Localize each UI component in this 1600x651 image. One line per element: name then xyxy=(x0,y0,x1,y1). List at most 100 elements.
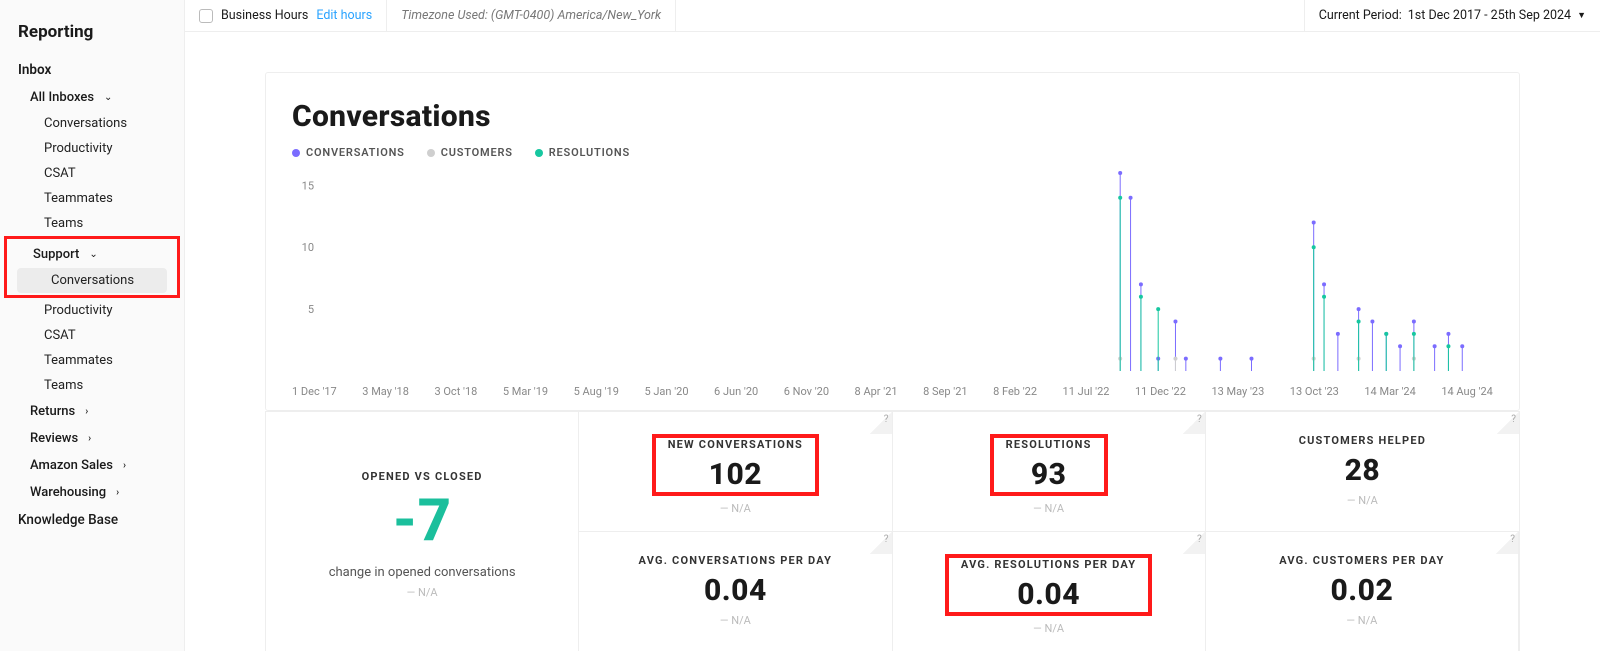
x-tick-label: 5 Aug '19 xyxy=(574,385,619,398)
sidebar-section-kb[interactable]: Knowledge Base xyxy=(0,506,184,534)
topbar-timezone: Timezone Used: (GMT-0400) America/New_Yo… xyxy=(387,0,676,31)
sidebar-item-support-teammates[interactable]: Teammates xyxy=(0,348,184,373)
topbar-period-selector[interactable]: Current Period: 1st Dec 2017 - 25th Sep … xyxy=(1304,0,1600,31)
x-tick-label: 11 Dec '22 xyxy=(1135,385,1186,398)
main-area: Business Hours Edit hours Timezone Used:… xyxy=(185,0,1600,651)
metric-label: AVG. RESOLUTIONS PER DAY xyxy=(961,558,1136,571)
metrics-grid: OPENED VS CLOSED -7 change in opened con… xyxy=(265,411,1520,651)
annotation-support-highlight: Support ⌄ Conversations xyxy=(4,236,180,298)
sidebar-group-label: Support xyxy=(33,247,79,262)
sidebar-item-support-csat[interactable]: CSAT xyxy=(0,323,184,348)
period-label: Current Period: xyxy=(1319,8,1402,23)
metric-na: N/A xyxy=(903,622,1195,635)
x-tick-label: 13 May '23 xyxy=(1211,385,1264,398)
legend-label: RESOLUTIONS xyxy=(549,146,630,159)
help-icon[interactable]: ? xyxy=(1183,412,1205,434)
x-tick-label: 11 Jul '22 xyxy=(1063,385,1110,398)
metric-na: N/A xyxy=(276,586,568,599)
metric-new-conversations: ? NEW CONVERSATIONS 102 N/A xyxy=(579,411,892,531)
sidebar-item-productivity[interactable]: Productivity xyxy=(0,136,184,161)
x-tick-label: 6 Nov '20 xyxy=(784,385,829,398)
svg-text:15: 15 xyxy=(302,179,314,192)
metric-avg-conversations-per-day: ? AVG. CONVERSATIONS PER DAY 0.04 N/A xyxy=(579,531,892,651)
metric-na: N/A xyxy=(903,502,1195,515)
sidebar-item-teammates[interactable]: Teammates xyxy=(0,186,184,211)
sidebar-item-teams[interactable]: Teams xyxy=(0,211,184,236)
annotation-highlight: NEW CONVERSATIONS 102 xyxy=(652,434,819,496)
sidebar: Reporting Inbox All Inboxes ⌄ Conversati… xyxy=(0,0,185,651)
business-hours-label: Business Hours xyxy=(221,8,308,23)
metric-label: RESOLUTIONS xyxy=(1006,438,1092,451)
chart-title: Conversations xyxy=(292,99,1493,134)
sidebar-group-warehousing[interactable]: Warehousing › xyxy=(0,479,184,506)
metric-label: AVG. CUSTOMERS PER DAY xyxy=(1216,554,1508,567)
x-tick-label: 3 Oct '18 xyxy=(434,385,477,398)
sidebar-item-csat[interactable]: CSAT xyxy=(0,161,184,186)
metric-value: 0.02 xyxy=(1216,573,1508,608)
metric-label: NEW CONVERSATIONS xyxy=(668,438,803,451)
chart-plot: 51015 xyxy=(292,167,1493,377)
metric-na: N/A xyxy=(589,614,881,627)
metric-opened-vs-closed: OPENED VS CLOSED -7 change in opened con… xyxy=(266,411,579,651)
topbar: Business Hours Edit hours Timezone Used:… xyxy=(185,0,1600,32)
legend-item-resolutions[interactable]: RESOLUTIONS xyxy=(535,146,630,159)
sidebar-item-conversations[interactable]: Conversations xyxy=(0,111,184,136)
chevron-down-icon: ⌄ xyxy=(89,249,97,260)
conversations-chart-card: Conversations CONVERSATIONS CUSTOMERS RE… xyxy=(265,72,1520,411)
metric-label: AVG. CONVERSATIONS PER DAY xyxy=(589,554,881,567)
x-tick-label: 5 Jan '20 xyxy=(644,385,688,398)
legend-dot xyxy=(535,149,543,157)
sidebar-group-reviews[interactable]: Reviews › xyxy=(0,425,184,452)
metric-label: CUSTOMERS HELPED xyxy=(1216,434,1509,447)
help-icon[interactable]: ? xyxy=(870,532,892,554)
topbar-business-hours: Business Hours Edit hours xyxy=(185,0,387,31)
chevron-right-icon: › xyxy=(116,487,119,498)
metric-value: -7 xyxy=(276,487,568,555)
x-tick-label: 14 Aug '24 xyxy=(1441,385,1492,398)
metric-na: N/A xyxy=(1216,614,1508,627)
metric-subtext: change in opened conversations xyxy=(276,565,568,580)
chart-x-axis: 1 Dec '173 May '183 Oct '185 Mar '195 Au… xyxy=(292,379,1493,400)
sidebar-group-returns[interactable]: Returns › xyxy=(0,398,184,425)
help-icon[interactable]: ? xyxy=(1497,412,1519,434)
sidebar-section-inbox[interactable]: Inbox xyxy=(0,56,184,84)
metric-resolutions: ? RESOLUTIONS 93 N/A xyxy=(893,411,1206,531)
help-icon[interactable]: ? xyxy=(1496,532,1518,554)
svg-text:10: 10 xyxy=(302,241,314,254)
chart-legend: CONVERSATIONS CUSTOMERS RESOLUTIONS xyxy=(292,146,1493,159)
sidebar-title: Reporting xyxy=(0,18,184,56)
sidebar-item-support-teams[interactable]: Teams xyxy=(0,373,184,398)
caret-down-icon: ▼ xyxy=(1577,10,1586,21)
metric-avg-customers-per-day: ? AVG. CUSTOMERS PER DAY 0.02 N/A xyxy=(1206,531,1519,651)
legend-label: CUSTOMERS xyxy=(441,146,513,159)
sidebar-group-label: Reviews xyxy=(30,431,78,446)
chevron-down-icon: ⌄ xyxy=(104,92,112,103)
checkbox-business-hours[interactable] xyxy=(199,9,213,23)
x-tick-label: 3 May '18 xyxy=(362,385,409,398)
sidebar-group-support[interactable]: Support ⌄ xyxy=(7,241,177,268)
x-tick-label: 8 Sep '21 xyxy=(923,385,967,398)
x-tick-label: 13 Oct '23 xyxy=(1290,385,1339,398)
help-icon[interactable]: ? xyxy=(870,412,892,434)
sidebar-item-support-conversations[interactable]: Conversations xyxy=(17,268,167,293)
sidebar-group-amazon-sales[interactable]: Amazon Sales › xyxy=(0,452,184,479)
help-icon[interactable]: ? xyxy=(1183,532,1205,554)
annotation-highlight: RESOLUTIONS 93 xyxy=(990,434,1108,496)
x-tick-label: 1 Dec '17 xyxy=(292,385,337,398)
sidebar-group-all-inboxes[interactable]: All Inboxes ⌄ xyxy=(0,84,184,111)
legend-dot xyxy=(292,149,300,157)
legend-item-conversations[interactable]: CONVERSATIONS xyxy=(292,146,405,159)
sidebar-group-label: Amazon Sales xyxy=(30,458,113,473)
chevron-right-icon: › xyxy=(123,460,126,471)
content: Conversations CONVERSATIONS CUSTOMERS RE… xyxy=(185,32,1600,651)
legend-dot xyxy=(427,149,435,157)
edit-hours-link[interactable]: Edit hours xyxy=(316,8,372,23)
metric-value: 102 xyxy=(668,457,803,492)
sidebar-item-support-productivity[interactable]: Productivity xyxy=(0,298,184,323)
metric-value: 0.04 xyxy=(961,577,1136,612)
legend-label: CONVERSATIONS xyxy=(306,146,405,159)
annotation-highlight: AVG. RESOLUTIONS PER DAY 0.04 xyxy=(945,554,1152,616)
x-tick-label: 8 Feb '22 xyxy=(993,385,1037,398)
legend-item-customers[interactable]: CUSTOMERS xyxy=(427,146,513,159)
x-tick-label: 14 Mar '24 xyxy=(1364,385,1415,398)
